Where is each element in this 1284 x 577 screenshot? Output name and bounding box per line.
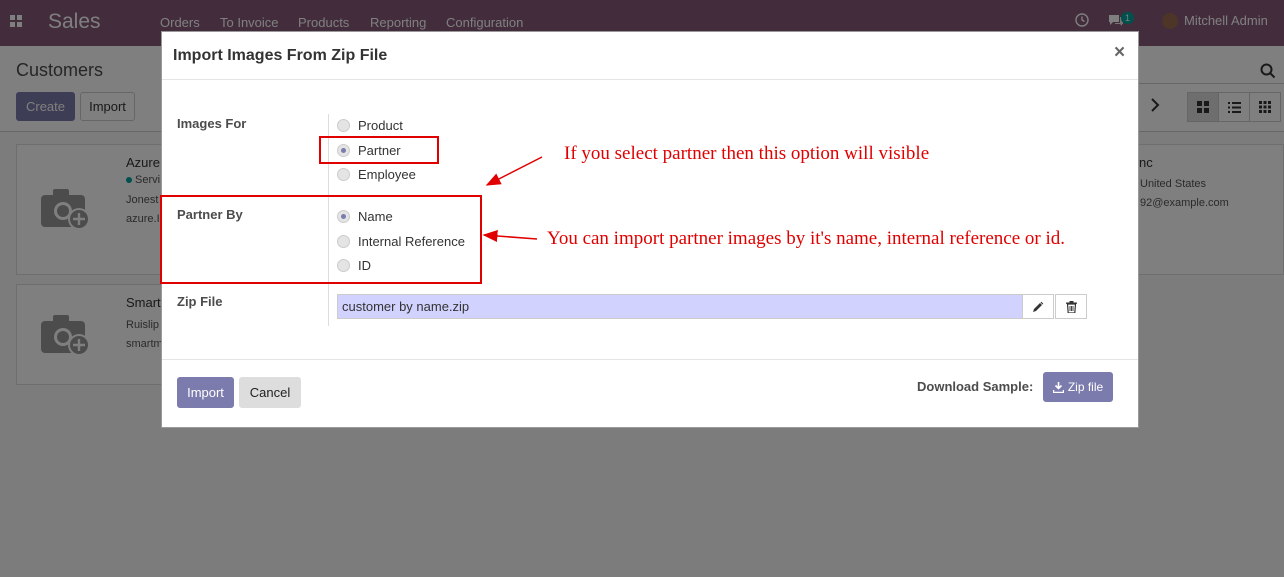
arrow-to-partner-by	[485, 156, 543, 186]
arrow-to-partner-options	[482, 230, 538, 242]
annotation-arrows	[482, 156, 543, 242]
annotation-note-1: If you select partner then this option w…	[564, 143, 930, 164]
annotation-note-2: You can import partner images by it's na…	[547, 228, 1066, 249]
